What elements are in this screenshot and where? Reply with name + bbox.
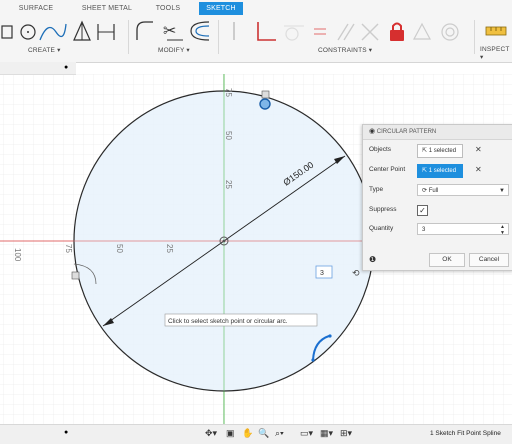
constraint-tools: [233, 22, 459, 42]
cursor-icon: ⇱: [422, 148, 428, 154]
fillet-icon[interactable]: [136, 21, 153, 40]
separator: [218, 20, 219, 54]
triangle-icon[interactable]: [73, 20, 91, 41]
direction-icon[interactable]: ⟲: [352, 268, 360, 278]
arc-endpoint[interactable]: [328, 334, 332, 338]
browser-strip: ●: [0, 62, 76, 75]
clear-center-icon[interactable]: ✕: [475, 163, 482, 177]
cancel-button[interactable]: Cancel: [469, 253, 509, 267]
type-label: Type: [369, 186, 384, 193]
status-text: 1 Sketch Fit Point Spline: [430, 430, 501, 437]
circle-icon[interactable]: [20, 24, 36, 40]
create-menu[interactable]: CREATE ▾: [28, 46, 61, 54]
grid-settings-icon[interactable]: ▦▾: [320, 428, 333, 439]
ruler-label: 25: [224, 180, 233, 189]
constraints-menu[interactable]: CONSTRAINTS ▾: [318, 46, 372, 54]
modify-menu[interactable]: MODIFY ▾: [158, 46, 190, 54]
collinear-icon[interactable]: [361, 23, 379, 41]
circular-pattern-dialog: ◉ CIRCULAR PATTERN Objects ⇱ 1 selected …: [362, 124, 512, 271]
type-value: Full: [428, 188, 439, 194]
full-circle-icon: ⟳: [422, 188, 428, 194]
fix-lock-icon[interactable]: [390, 22, 404, 42]
inspect-menu[interactable]: INSPECT ▾: [480, 46, 512, 61]
ruler-label: 25: [165, 244, 174, 253]
tangent-icon[interactable]: [284, 25, 304, 41]
chevron-down-icon: ▼: [499, 188, 505, 194]
point-marker[interactable]: [261, 90, 270, 99]
quantity-label: Quantity: [369, 225, 394, 232]
ruler-label: 75: [224, 88, 233, 97]
midpoint-icon[interactable]: [413, 22, 431, 40]
dialog-header[interactable]: ◉ CIRCULAR PATTERN: [363, 125, 512, 140]
separator: [474, 20, 475, 54]
separator: [128, 20, 129, 54]
tab-sheet-metal[interactable]: SHEET METAL: [76, 2, 138, 15]
suppress-label: Suppress: [369, 206, 397, 213]
svg-text:✂: ✂: [163, 21, 176, 40]
viewport-icon[interactable]: ⊞▾: [340, 428, 352, 439]
perpendicular-icon[interactable]: [257, 22, 276, 41]
display-settings-icon[interactable]: ▭▾: [300, 428, 313, 439]
objects-select-button[interactable]: ⇱ 1 selected: [417, 144, 464, 158]
offset-icon[interactable]: [190, 21, 210, 41]
slot-icon[interactable]: [97, 24, 115, 40]
cursor-icon: ⇱: [422, 168, 428, 174]
dialog-icon: ◉: [369, 128, 376, 135]
create-tools: [1, 20, 115, 41]
quantity-inline-input[interactable]: [315, 265, 333, 279]
ruler-label: 50: [224, 131, 233, 140]
tooltip-text: Click to select sketch point or circular…: [168, 318, 288, 325]
equal-icon[interactable]: [314, 28, 326, 35]
quantity-inline-value: 3: [320, 270, 324, 277]
look-at-icon[interactable]: ▣: [226, 428, 235, 439]
dialog-title: CIRCULAR PATTERN: [376, 129, 437, 135]
ok-button[interactable]: OK: [429, 253, 465, 267]
quantity-value: 3: [422, 227, 426, 233]
dot-icon[interactable]: ●: [64, 64, 68, 71]
spline-icon[interactable]: [39, 23, 67, 41]
objects-value: 1 selected: [428, 148, 457, 154]
ruler-label: 100: [13, 248, 22, 262]
quantity-stepper[interactable]: 3 ▲ ▼: [417, 223, 509, 236]
orbit-icon[interactable]: ✥▾: [205, 428, 217, 439]
modify-tools: ✂: [136, 21, 210, 41]
center-point-select-button[interactable]: ⇱ 1 selected: [417, 164, 464, 178]
ruler-label: 50: [115, 244, 124, 253]
zoom-window-icon[interactable]: ⌕▾: [275, 428, 284, 439]
tab-surface[interactable]: SURFACE: [8, 2, 64, 15]
tab-sketch[interactable]: SKETCH: [199, 2, 243, 15]
tab-tools[interactable]: TOOLS: [148, 2, 188, 15]
zoom-icon[interactable]: 🔍: [258, 428, 269, 439]
dot-icon[interactable]: ●: [64, 429, 68, 436]
bottom-toolbar: ● 1 Sketch Fit Point Spline: [0, 424, 512, 444]
arc-endpoint[interactable]: [311, 358, 315, 362]
center-dot: [222, 239, 226, 243]
info-icon[interactable]: ❶: [369, 255, 376, 264]
toolbar: SURFACE SHEET METAL TOOLS SKETCH CREATE …: [0, 0, 512, 63]
pan-hand-icon[interactable]: ✋: [242, 428, 253, 439]
objects-label: Objects: [369, 146, 392, 153]
concentric-icon[interactable]: [441, 23, 459, 41]
constraint-glyph-icon[interactable]: [259, 98, 271, 110]
measure-icon[interactable]: [482, 18, 510, 44]
type-dropdown[interactable]: ⟳ Full ▼: [417, 184, 509, 196]
center-point-value: 1 selected: [428, 168, 457, 174]
rectangle-icon[interactable]: [1, 25, 13, 39]
suppress-checkbox[interactable]: ✓: [417, 205, 428, 216]
trim-icon[interactable]: ✂: [163, 21, 183, 41]
clear-objects-icon[interactable]: ✕: [475, 143, 482, 157]
ruler-label: 75: [64, 244, 73, 253]
center-point-label: Center Point: [369, 166, 406, 173]
point-marker[interactable]: [71, 271, 80, 280]
parallel-icon[interactable]: [337, 23, 355, 41]
stepper-arrows-icon[interactable]: ▲ ▼: [500, 224, 505, 236]
